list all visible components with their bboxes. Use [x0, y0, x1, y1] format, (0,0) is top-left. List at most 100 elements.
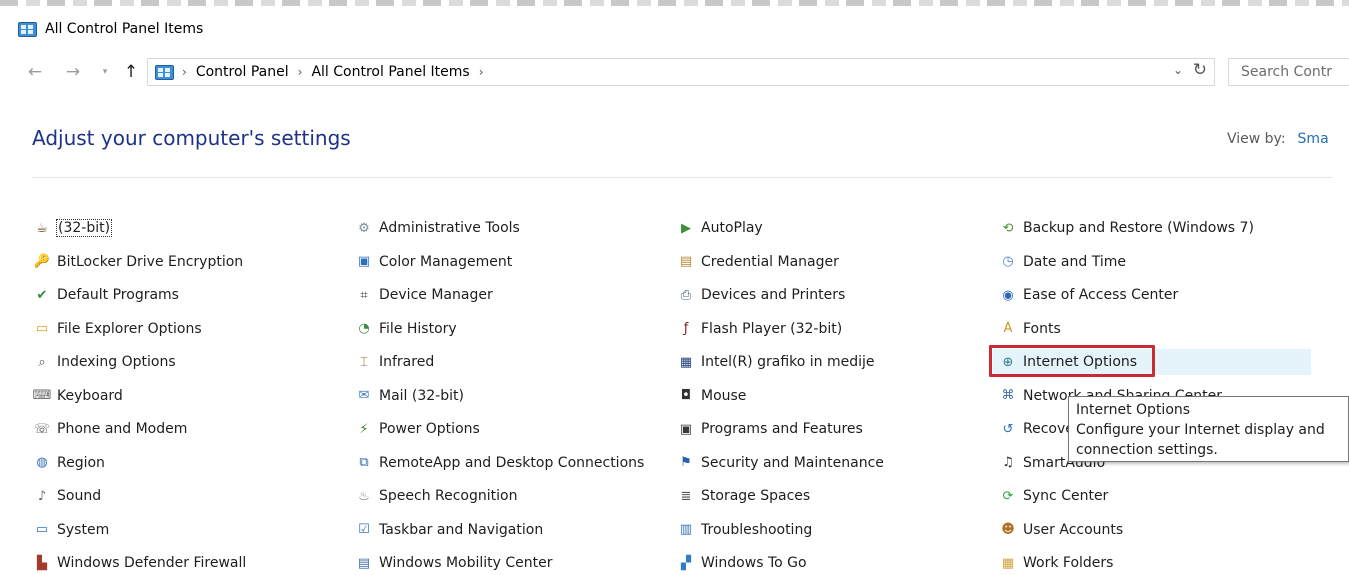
- control-panel-item-label: System: [57, 521, 110, 538]
- control-panel-item-label: Windows To Go: [701, 555, 807, 571]
- control-panel-item-label: Device Manager: [379, 287, 493, 303]
- control-panel-item-label: User Accounts: [1023, 521, 1124, 538]
- control-panel-item-label: Sound: [57, 488, 102, 504]
- control-panel-item[interactable]: ☑ Taskbar and Navigation: [355, 517, 543, 543]
- smartaudio-icon: ♫: [1002, 455, 1014, 470]
- control-panel-item[interactable]: ▞ Windows To Go: [677, 550, 807, 575]
- recovery-icon: ↺: [1002, 421, 1014, 437]
- control-panel-item[interactable]: 🔑 BitLocker Drive Encryption: [33, 249, 243, 275]
- device-manager-icon: ⌗: [360, 287, 368, 303]
- up-button[interactable]: ↑: [120, 61, 142, 83]
- file-history-icon: ◔: [358, 321, 370, 336]
- control-panel-item-label: Backup and Restore (Windows 7): [1023, 220, 1254, 236]
- control-panel-item-label: Ease of Access Center: [1023, 287, 1179, 303]
- control-panel-item[interactable]: ⚙ Administrative Tools: [355, 215, 520, 241]
- control-panel-item[interactable]: ▣ Programs and Features: [677, 416, 863, 442]
- control-panel-item[interactable]: ◘ Mouse: [677, 383, 747, 409]
- back-button[interactable]: ←: [24, 61, 46, 83]
- control-panel-icon: [18, 21, 37, 37]
- control-panel-item[interactable]: ◔ File History: [355, 316, 457, 342]
- indexing-options-icon: ⌕: [38, 354, 46, 370]
- remoteapp-icon: ⧉: [359, 455, 369, 470]
- control-panel-item[interactable]: ✉ Mail (32-bit): [355, 383, 464, 409]
- control-panel-item[interactable]: ☻ User Accounts: [999, 517, 1123, 543]
- control-panel-item[interactable]: ◍ Region: [33, 450, 105, 476]
- control-panel-item[interactable]: ⧉ RemoteApp and Desktop Connections: [355, 450, 644, 476]
- control-panel-item[interactable]: ⊕ Internet Options: [993, 349, 1311, 375]
- control-panel-item[interactable]: ▥ Troubleshooting: [677, 517, 812, 543]
- search-input[interactable]: Search Contr: [1228, 58, 1349, 86]
- control-panel-item-label: Programs and Features: [701, 421, 863, 437]
- control-panel-item[interactable]: ⚡ Power Options: [355, 416, 480, 442]
- control-panel-item[interactable]: ▤ Credential Manager: [677, 249, 839, 275]
- mail-icon: ✉: [358, 388, 370, 403]
- control-panel-item[interactable]: ⌶ Infrared: [355, 349, 434, 375]
- control-panel-item[interactable]: ⌕ Indexing Options: [33, 349, 175, 375]
- sound-icon: ♪: [37, 488, 47, 504]
- control-panel-item[interactable]: ☏ Phone and Modem: [33, 416, 188, 442]
- control-panel-item[interactable]: ▭ File Explorer Options: [33, 316, 202, 342]
- control-panel-item-label: Intel(R) grafiko in medije: [701, 354, 875, 370]
- bitlocker-icon: 🔑: [33, 254, 51, 269]
- control-panel-item-label: Taskbar and Navigation: [379, 521, 544, 538]
- security-maintenance-icon: ⚑: [680, 455, 692, 470]
- region-icon: ◍: [36, 455, 48, 470]
- backup-icon: ⟲: [1002, 220, 1014, 236]
- control-panel-item[interactable]: ◉ Ease of Access Center: [999, 282, 1178, 308]
- control-panel-item-label: File History: [379, 320, 457, 337]
- control-panel-item[interactable]: A Fonts: [999, 316, 1061, 342]
- control-panel-item[interactable]: ⌗ Device Manager: [355, 282, 493, 308]
- storage-spaces-icon: ≣: [680, 488, 692, 504]
- control-panel-item[interactable]: ⚑ Security and Maintenance: [677, 450, 884, 476]
- control-panel-item[interactable]: ⟲ Backup and Restore (Windows 7): [999, 215, 1254, 241]
- control-panel-item[interactable]: ◷ Date and Time: [999, 249, 1126, 275]
- control-panel-item[interactable]: ⟳ Sync Center: [999, 483, 1109, 509]
- address-bar[interactable]: › Control Panel › All Control Panel Item…: [147, 58, 1215, 86]
- forward-button[interactable]: →: [62, 61, 84, 83]
- breadcrumb-separator[interactable]: ›: [298, 65, 303, 79]
- control-panel-item[interactable]: ✔ Default Programs: [33, 282, 179, 308]
- breadcrumb-control-panel[interactable]: Control Panel: [196, 64, 289, 80]
- page-title: Adjust your computer's settings: [32, 126, 351, 150]
- control-panel-item-label: Phone and Modem: [57, 421, 188, 437]
- control-panel-item-label: Troubleshooting: [701, 521, 813, 538]
- window-title: All Control Panel Items: [45, 21, 204, 37]
- breadcrumb-separator[interactable]: ›: [479, 65, 484, 79]
- address-dropdown-icon[interactable]: ⌄: [1173, 63, 1183, 77]
- control-panel-item[interactable]: ☕ (32-bit): [33, 215, 113, 241]
- control-panel-item[interactable]: ▭ System: [33, 517, 109, 543]
- control-panel-item[interactable]: ♨ Speech Recognition: [355, 483, 517, 509]
- control-panel-item-label: Sync Center: [1023, 488, 1109, 504]
- mouse-icon: ◘: [680, 388, 692, 403]
- header-divider: [32, 177, 1332, 178]
- default-programs-icon: ✔: [36, 287, 48, 303]
- control-panel-item[interactable]: ▤ Windows Mobility Center: [355, 550, 553, 575]
- control-panel-item-label: RemoteApp and Desktop Connections: [379, 454, 645, 471]
- control-panel-item[interactable]: ƒ Flash Player (32-bit): [677, 316, 843, 342]
- control-panel-item[interactable]: ▙ Windows Defender Firewall: [33, 550, 246, 575]
- refresh-icon[interactable]: ↻: [1193, 60, 1207, 80]
- control-panel-item-label: Power Options: [379, 421, 480, 437]
- control-panel-item-label: Mouse: [701, 387, 747, 404]
- autoplay-icon: ▶: [681, 220, 691, 236]
- breadcrumb-all-items[interactable]: All Control Panel Items: [311, 64, 469, 80]
- control-panel-item[interactable]: ▶ AutoPlay: [677, 215, 763, 241]
- work-folders-icon: ▦: [1001, 555, 1015, 571]
- control-panel-item[interactable]: ⌨ Keyboard: [33, 383, 123, 409]
- control-panel-item[interactable]: ⎙ Devices and Printers: [677, 282, 845, 308]
- view-by-dropdown[interactable]: Sma: [1298, 131, 1329, 147]
- control-panel-item-label: Fonts: [1023, 320, 1061, 337]
- control-panel-item[interactable]: ▦ Work Folders: [999, 550, 1114, 575]
- control-panel-item[interactable]: ▦ Intel(R) grafiko in medije: [677, 349, 875, 375]
- fonts-icon: A: [1003, 321, 1013, 336]
- recent-locations-dropdown[interactable]: ▾: [94, 61, 116, 83]
- control-panel-item[interactable]: ▣ Color Management: [355, 249, 512, 275]
- control-panel-item-label: Date and Time: [1023, 253, 1126, 270]
- power-options-icon: ⚡: [359, 421, 369, 437]
- control-panel-item-label: Flash Player (32-bit): [701, 320, 843, 337]
- control-panel-item-label: AutoPlay: [701, 220, 763, 236]
- control-panel-item[interactable]: ♪ Sound: [33, 483, 101, 509]
- control-panel-item[interactable]: ≣ Storage Spaces: [677, 483, 811, 509]
- control-panel-item-label: Internet Options: [1023, 354, 1138, 370]
- control-panel-item-label: Mail (32-bit): [379, 387, 464, 404]
